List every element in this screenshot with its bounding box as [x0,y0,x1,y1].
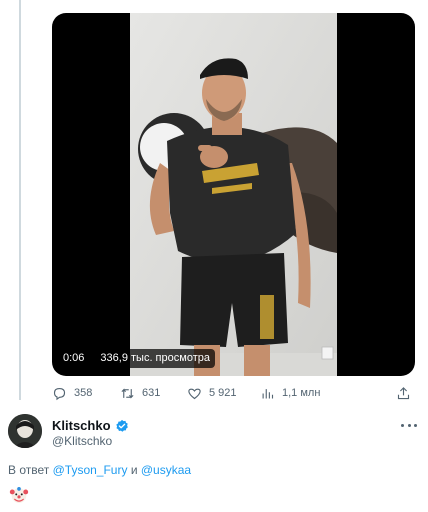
display-name[interactable]: Klitschko [52,418,111,433]
views-count: 1,1 млн [282,387,321,399]
replying-to: В ответ @Tyson_Fury и @usykaa [8,463,191,477]
share-button[interactable] [396,386,411,401]
avatar-image [8,414,42,448]
video-overlay: 0:06 336,9 тыс. просмотра [58,349,215,368]
reply-prefix: В ответ [8,463,50,477]
more-icon-dot [401,423,404,427]
mention-link[interactable]: @usykaa [141,463,191,477]
verified-badge-icon [115,419,129,433]
reply-button[interactable]: 358 [52,386,92,401]
views-button[interactable]: 1,1 млн [260,386,320,401]
share-icon [397,386,410,399]
mention-link[interactable]: @Tyson_Fury [53,463,128,477]
views-icon [262,388,274,398]
reply-icon [53,387,66,400]
like-count: 5 921 [209,387,237,399]
more-icon-dot [414,423,417,427]
avatar[interactable] [8,414,42,448]
retweet-button[interactable]: 631 [120,386,160,401]
like-button[interactable]: 5 921 [187,386,237,401]
heart-icon [188,388,201,399]
author-name-row: Klitschko [52,418,129,433]
video-view-count: 336,9 тыс. просмотра [95,349,215,368]
retweet-icon [121,387,134,399]
video-player[interactable] [52,13,415,376]
video-elapsed-time: 0:06 [58,349,90,368]
tweet-actions: 358 631 5 921 1,1 млн [52,383,415,403]
author-handle[interactable]: @Klitschko [52,434,112,448]
more-icon-dot [407,423,411,427]
more-options-button[interactable] [401,418,417,432]
video-frame [130,13,337,376]
reply-conjunction: и [130,463,138,477]
retweet-count: 631 [142,387,161,399]
thread-line [19,0,21,400]
clown-face-emoji [9,487,29,503]
reply-count: 358 [74,387,93,399]
